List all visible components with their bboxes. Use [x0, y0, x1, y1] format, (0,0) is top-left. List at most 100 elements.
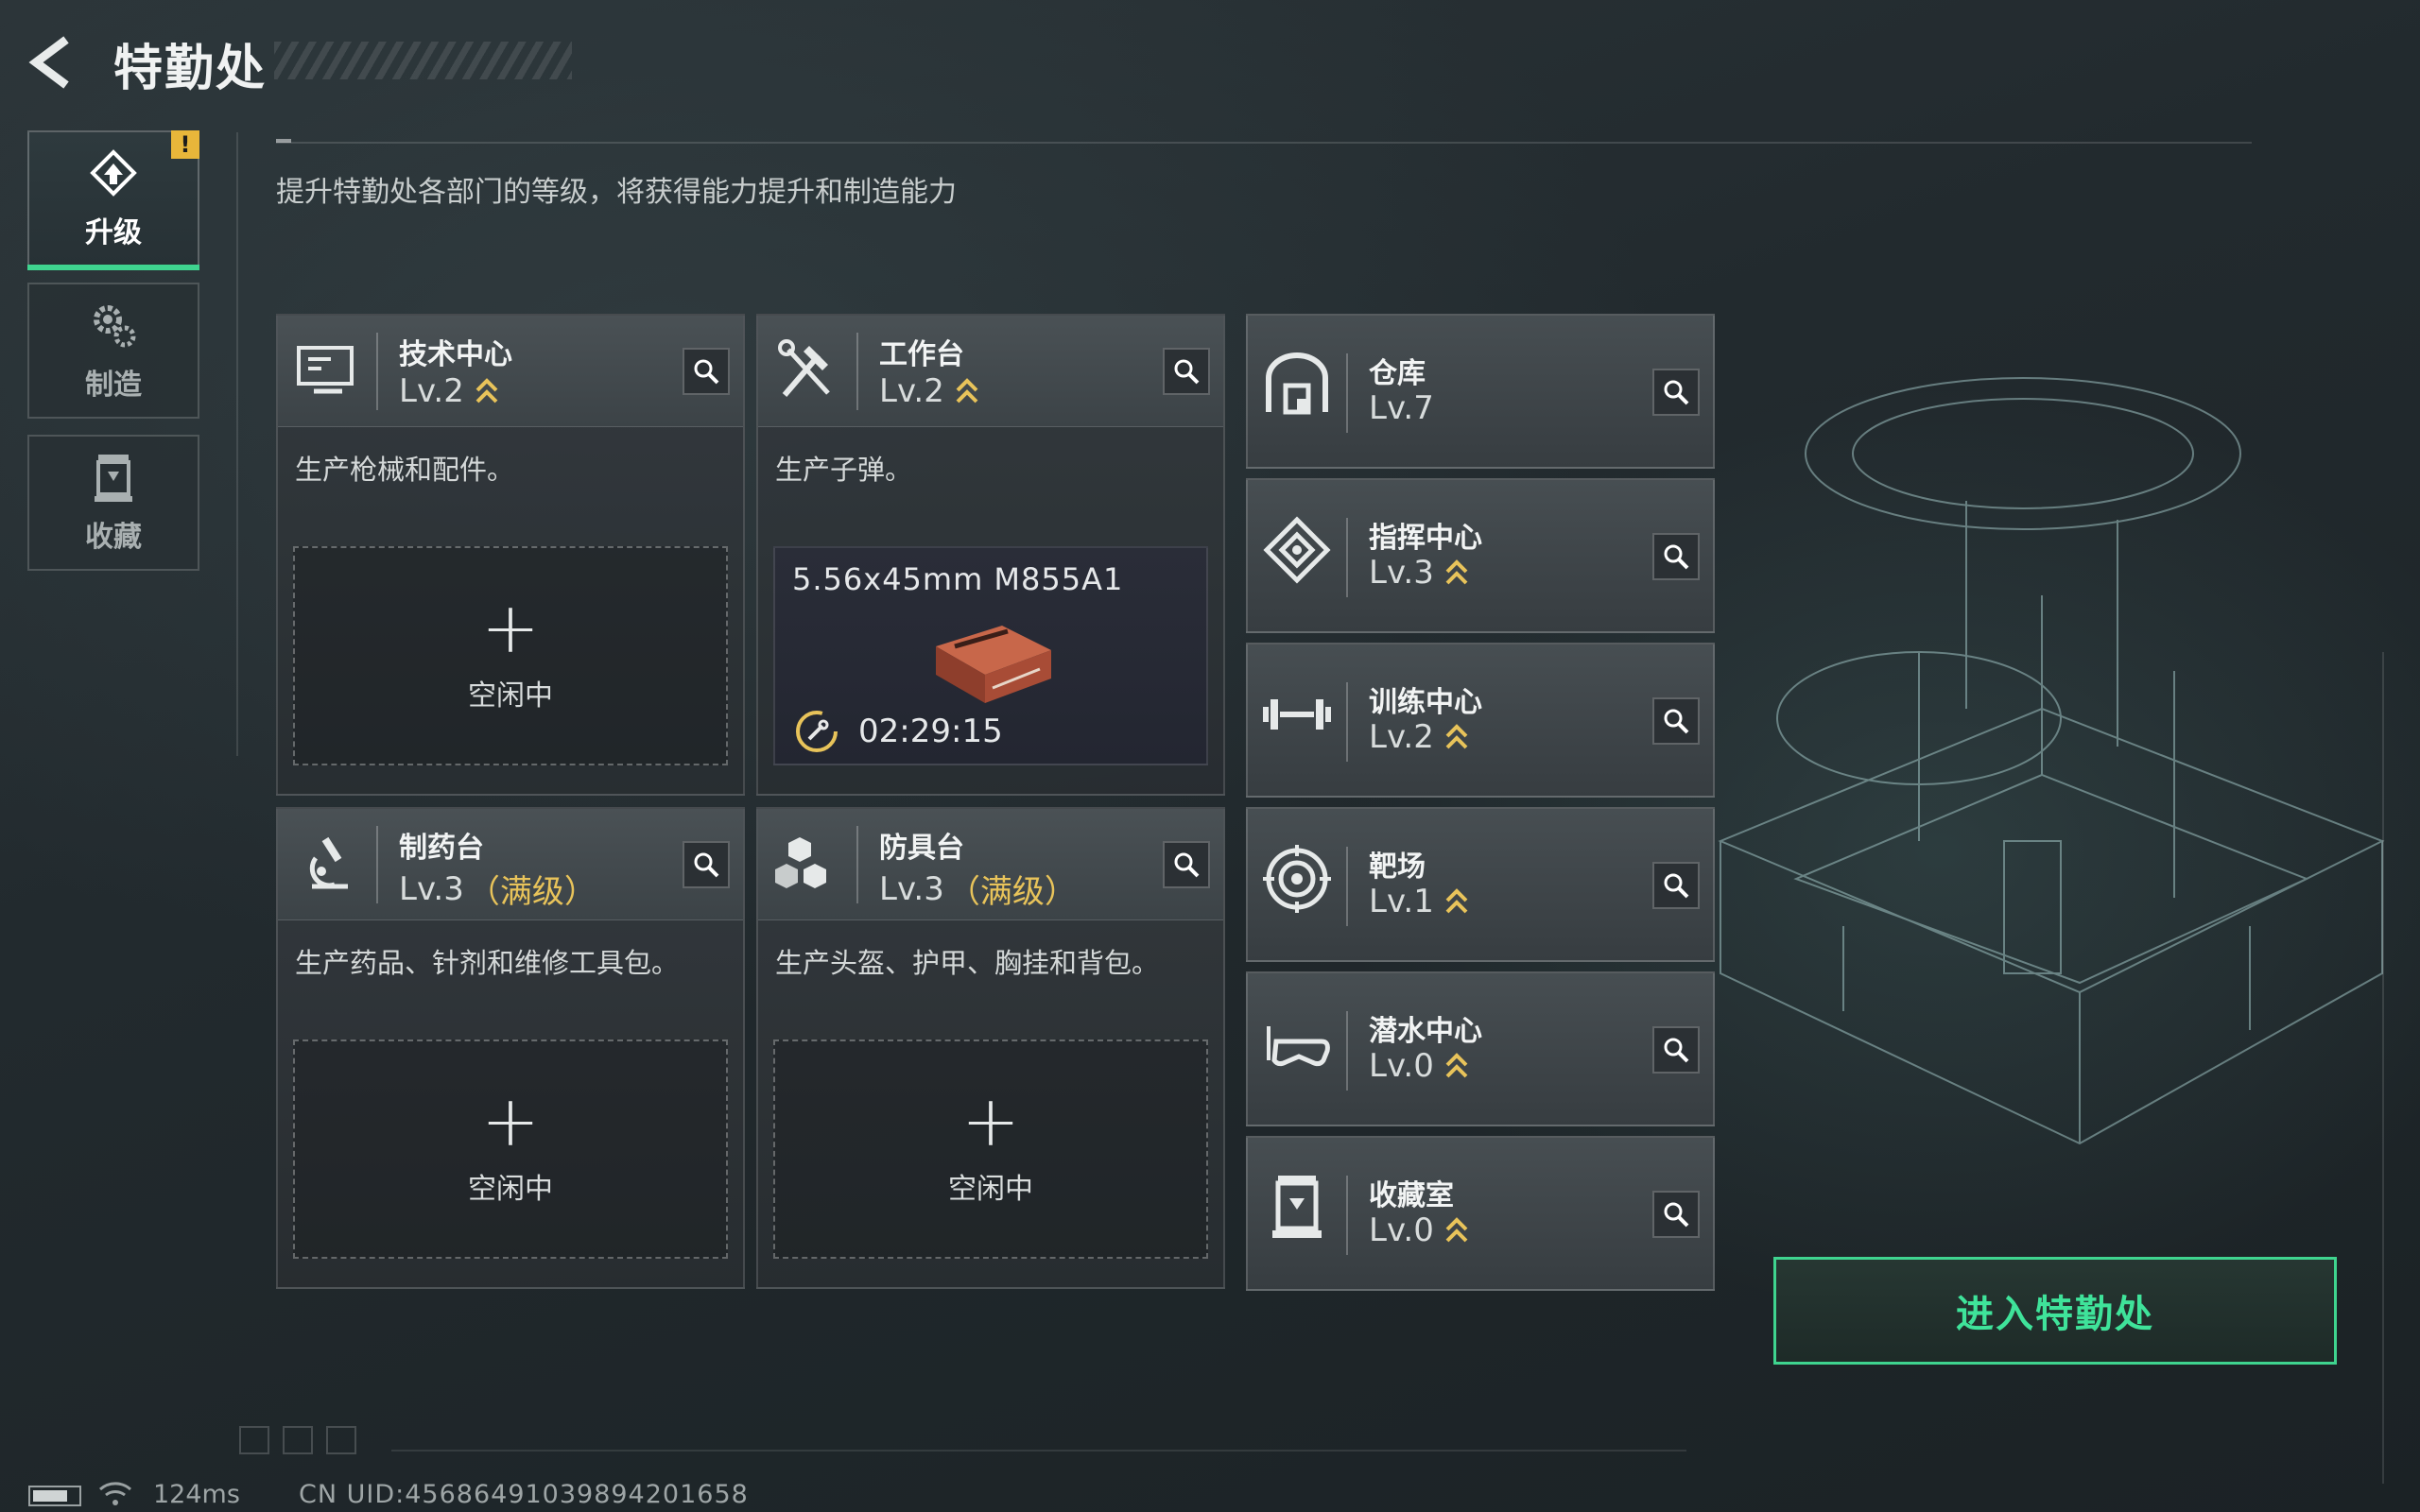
level-up-chevrons-icon [475, 378, 498, 404]
back-arrow-icon[interactable] [26, 34, 83, 91]
inspect-button[interactable] [1652, 862, 1700, 909]
search-icon [1664, 1038, 1689, 1063]
network-ping: 124ms [153, 1480, 240, 1509]
level-text: Lv.1 [1369, 883, 1434, 920]
card-divider [856, 826, 858, 903]
craft-slot-empty[interactable]: + 空闲中 [293, 546, 728, 765]
dumbbell-icon [1263, 699, 1331, 730]
level-up-chevrons-icon [1445, 724, 1468, 749]
department-description: 生产头盔、护甲、胸挂和背包。 [775, 947, 1160, 979]
level-up-chevrons-icon [1445, 888, 1468, 914]
facility-name: 潜水中心 [1369, 1015, 1482, 1048]
level-text: Lv.0 [1369, 1047, 1434, 1085]
crafting-timer: 02:29:15 [858, 713, 1003, 750]
search-icon [1664, 544, 1689, 570]
inspect-button[interactable] [683, 348, 730, 395]
inspect-button[interactable] [1652, 1191, 1700, 1238]
department-description: 生产子弹。 [775, 454, 913, 486]
slot-status: 空闲中 [468, 679, 553, 713]
department-name: 防具台 [879, 832, 964, 865]
department-level: Lv.3 （满级） [399, 866, 596, 912]
card-divider [856, 333, 858, 410]
add-icon: + [480, 588, 540, 669]
level-text: Lv.2 [879, 372, 944, 410]
diving-mask-icon [1267, 1026, 1330, 1067]
inspect-button[interactable] [1163, 348, 1210, 395]
nav-tab-upgrade[interactable]: ! 升级 [27, 130, 199, 270]
department-name: 制药台 [399, 832, 484, 865]
slot-status: 空闲中 [468, 1173, 553, 1206]
frame-line-right [2382, 652, 2384, 1484]
inspect-button[interactable] [1652, 533, 1700, 580]
facility-level: Lv.1 [1369, 883, 1470, 920]
target-icon [1263, 845, 1331, 913]
nav-tab-craft[interactable]: 制造 [27, 283, 199, 419]
inspect-button[interactable] [1163, 841, 1210, 888]
level-text: Lv.0 [1369, 1211, 1434, 1249]
gears-icon [94, 305, 136, 348]
facility-card-training-center[interactable]: 训练中心 Lv.2 [1246, 643, 1715, 798]
search-icon [694, 359, 719, 385]
facility-card-shooting-range[interactable]: 靶场 Lv.1 [1246, 807, 1715, 962]
facility-name: 指挥中心 [1369, 522, 1482, 555]
level-up-chevrons-icon [1445, 559, 1468, 585]
craft-slot-empty[interactable]: + 空闲中 [773, 1040, 1208, 1259]
department-description: 生产枪械和配件。 [295, 454, 515, 486]
microscope-icon [309, 836, 348, 889]
card-header: 技术中心 Lv.2 [278, 316, 743, 427]
facility-name: 靶场 [1369, 850, 1426, 884]
wifi-icon [99, 1482, 131, 1505]
level-up-chevrons-icon [956, 378, 978, 404]
level-text: Lv.2 [399, 372, 464, 410]
cubes-icon [775, 837, 826, 888]
card-divider [376, 333, 378, 410]
alert-badge: ! [171, 130, 199, 159]
title-stripe-decoration [274, 42, 572, 79]
card-divider [1346, 847, 1348, 926]
frame-line-left [236, 132, 238, 756]
inspect-button[interactable] [683, 841, 730, 888]
page-subtitle: 提升特勤处各部门的等级，将获得能力提升和制造能力 [276, 176, 957, 209]
upgrade-icon [90, 149, 137, 197]
ammo-box-image [936, 626, 1051, 703]
nav-tab-collection[interactable]: 收藏 [27, 435, 199, 571]
craft-slot-empty[interactable]: + 空闲中 [293, 1040, 728, 1259]
department-card-workbench: 工作台 Lv.2 生产子弹。 5.56x45mm M855A1 02:29:15 [756, 314, 1225, 796]
facility-blueprint-illustration [1718, 377, 2385, 1145]
inspect-button[interactable] [1652, 697, 1700, 745]
inspect-button[interactable] [1652, 1026, 1700, 1074]
level-text: Lv.3 [1369, 554, 1434, 592]
enter-button-label: 进入特勤处 [1956, 1293, 2154, 1336]
facility-card-collection-room[interactable]: 收藏室 Lv.0 [1246, 1136, 1715, 1291]
facility-name: 收藏室 [1369, 1179, 1454, 1212]
facility-name: 训练中心 [1369, 686, 1482, 719]
facility-card-diving-center[interactable]: 潜水中心 Lv.0 [1246, 971, 1715, 1126]
search-icon [1174, 852, 1200, 878]
level-text: Lv.2 [1369, 718, 1434, 756]
department-card-tech-center: 技术中心 Lv.2 生产枪械和配件。 + 空闲中 [276, 314, 745, 796]
level-up-chevrons-icon [1445, 1217, 1468, 1243]
search-icon [1664, 1202, 1689, 1228]
collection-icon [95, 455, 132, 502]
facility-card-command-center[interactable]: 指挥中心 Lv.3 [1246, 478, 1715, 633]
user-uid: CN UID:456864910398942016​58 [299, 1480, 749, 1509]
facility-level: Lv.2 [1369, 718, 1470, 756]
level-up-chevrons-icon [1445, 1053, 1468, 1078]
inspect-button[interactable] [1652, 369, 1700, 416]
card-divider [1346, 682, 1348, 762]
facility-level: Lv.0 [1369, 1047, 1470, 1085]
card-divider [1346, 518, 1348, 597]
header-divider-tick [276, 139, 291, 143]
card-header: 防具台 Lv.3 （满级） [758, 809, 1223, 920]
card-divider [376, 826, 378, 903]
enter-special-ops-button[interactable]: 进入特勤处 [1773, 1257, 2337, 1365]
facility-card-warehouse[interactable]: 仓库 Lv.7 [1246, 314, 1715, 469]
search-icon [1174, 359, 1200, 385]
header-divider [276, 142, 2252, 144]
craft-slot-in-progress[interactable]: 5.56x45mm M855A1 02:29:15 [773, 546, 1208, 765]
search-icon [1664, 709, 1689, 734]
max-level-tag: （满级） [947, 873, 1077, 911]
facility-name: 仓库 [1369, 357, 1426, 390]
facility-level: Lv.0 [1369, 1211, 1470, 1249]
facility-level: Lv.7 [1369, 389, 1434, 427]
